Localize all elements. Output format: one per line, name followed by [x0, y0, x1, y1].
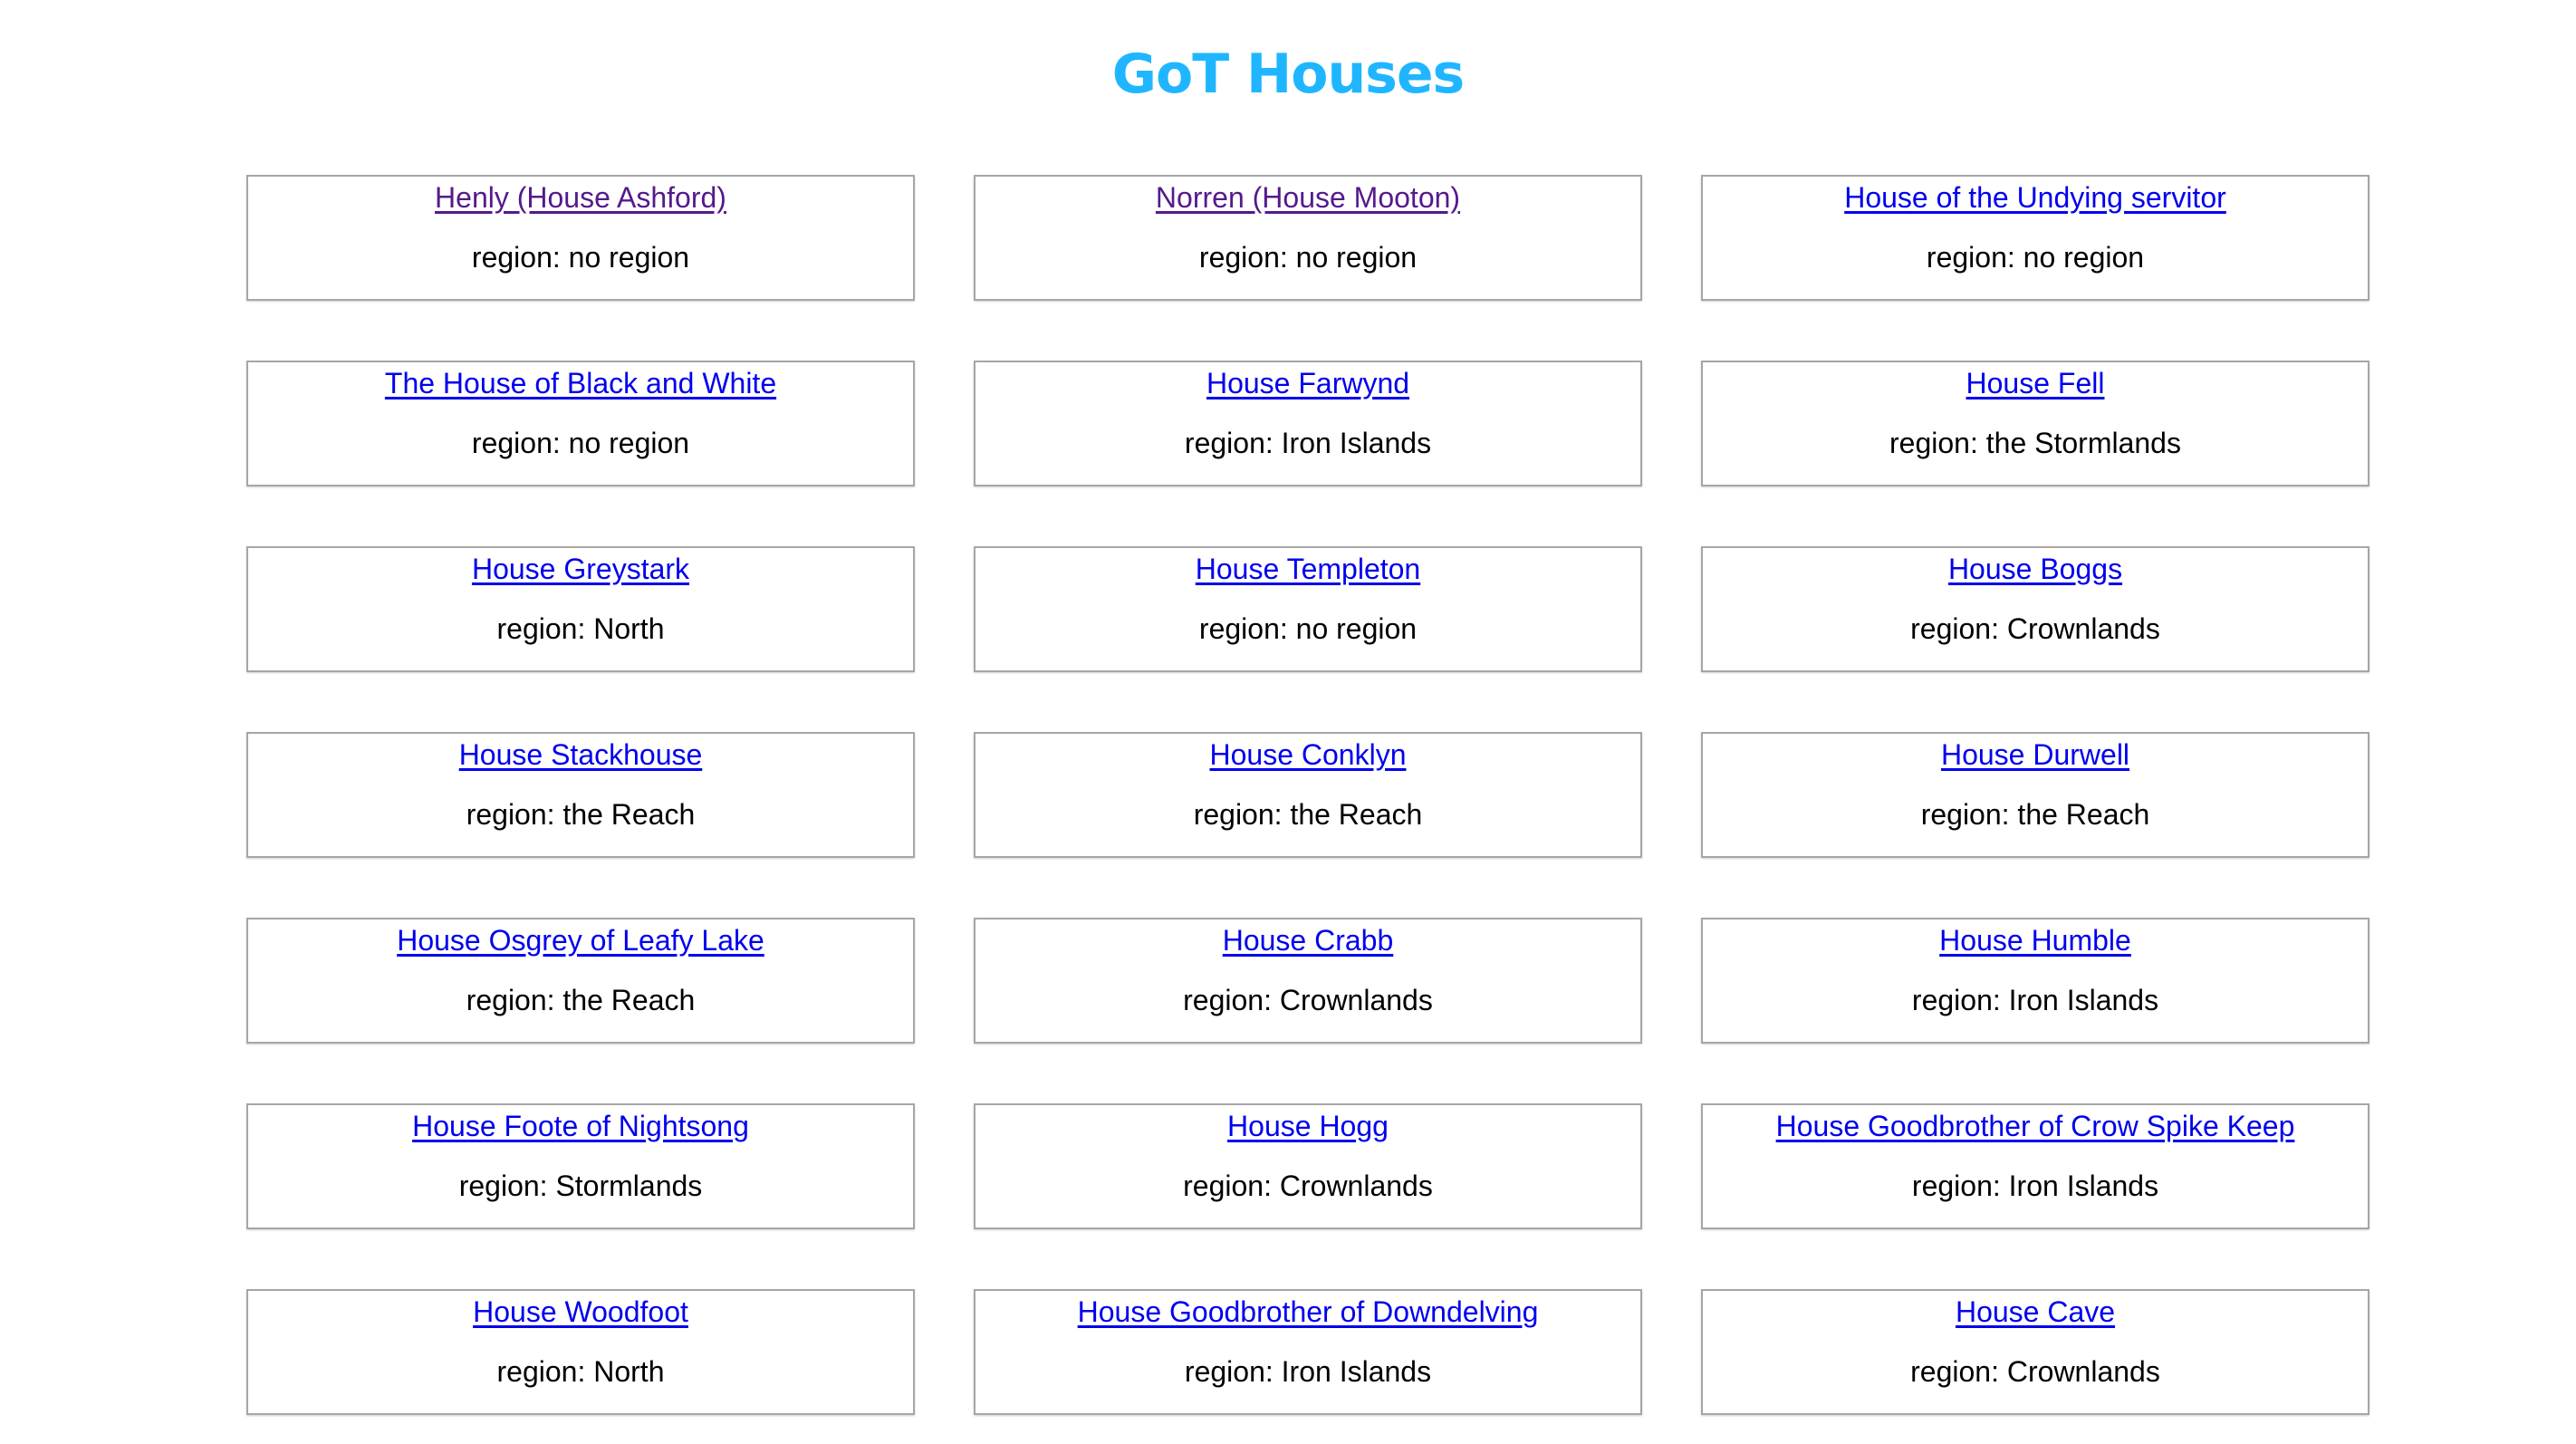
house-card: House Osgrey of Leafy Lake region: the Re…: [246, 918, 915, 1044]
house-name-link[interactable]: House Durwell: [1941, 736, 2129, 773]
house-name-link[interactable]: House Cave: [1956, 1294, 2115, 1330]
house-region-text: region: the Stormlands: [1889, 427, 2181, 459]
house-name-link[interactable]: House Osgrey of Leafy Lake: [397, 922, 764, 958]
house-name-link[interactable]: House Templeton: [1196, 551, 1420, 587]
house-name-link[interactable]: House Humble: [1939, 922, 2131, 958]
house-name-link[interactable]: House Greystark: [472, 551, 689, 587]
house-card: The House of Black and White region: no r…: [246, 361, 915, 486]
house-name-link[interactable]: House Fell: [1966, 365, 2105, 401]
house-name-link[interactable]: House Farwynd: [1206, 365, 1409, 401]
house-name-link[interactable]: House Hogg: [1227, 1108, 1389, 1144]
house-grid: Henly (House Ashford) region: no region No…: [246, 175, 2389, 1415]
house-card: House Woodfoot region: North: [246, 1289, 915, 1415]
house-card: House Conklyn region: the Reach: [974, 732, 1642, 858]
house-name-link[interactable]: House Foote of Nightsong: [412, 1108, 749, 1144]
house-card: House Templeton region: no region: [974, 546, 1642, 672]
house-region-text: region: the Reach: [1193, 798, 1423, 831]
house-region-text: region: no region: [1198, 241, 1418, 274]
house-region-text: region: Iron Islands: [1911, 984, 2159, 1016]
house-name-link[interactable]: The House of Black and White: [385, 365, 776, 401]
house-region-text: region: the Reach: [466, 984, 696, 1016]
house-card: Norren (House Mooton) region: no region: [974, 175, 1642, 301]
house-region-text: region: Crownlands: [1183, 1170, 1433, 1202]
house-region-text: region: North: [496, 1355, 665, 1388]
house-card: House Durwell region: the Reach: [1701, 732, 2369, 858]
house-region-text: region: no region: [471, 241, 690, 274]
house-card: House Farwynd region: Iron Islands: [974, 361, 1642, 486]
house-card: House of the Undying servitor region: no …: [1701, 175, 2369, 301]
house-name-link[interactable]: House Stackhouse: [459, 736, 703, 773]
house-card: House Humble region: Iron Islands: [1701, 918, 2369, 1044]
house-card: Henly (House Ashford) region: no region: [246, 175, 915, 301]
house-name-link[interactable]: House Crabb: [1223, 922, 1394, 958]
house-region-text: region: Stormlands: [458, 1170, 703, 1202]
house-card: House Stackhouse region: the Reach: [246, 732, 915, 858]
house-region-text: region: no region: [1926, 241, 2145, 274]
house-name-link[interactable]: Norren (House Mooton): [1156, 179, 1460, 216]
house-name-link[interactable]: House Boggs: [1948, 551, 2122, 587]
house-name-link[interactable]: Henly (House Ashford): [435, 179, 726, 216]
house-card: House Greystark region: North: [246, 546, 915, 672]
house-card: House Hogg region: Crownlands: [974, 1103, 1642, 1229]
house-region-text: region: no region: [471, 427, 690, 459]
house-region-text: region: Crownlands: [1910, 612, 2160, 645]
house-card: House Foote of Nightsong region: Stormlan…: [246, 1103, 915, 1229]
house-region-text: region: no region: [1198, 612, 1418, 645]
house-region-text: region: Iron Islands: [1911, 1170, 2159, 1202]
house-region-text: region: Crownlands: [1183, 984, 1433, 1016]
house-card: House Boggs region: Crownlands: [1701, 546, 2369, 672]
house-card: House Crabb region: Crownlands: [974, 918, 1642, 1044]
house-card: House Goodbrother of Crow Spike Keep regi…: [1701, 1103, 2369, 1229]
house-card: House Cave region: Crownlands: [1701, 1289, 2369, 1415]
house-name-link[interactable]: House Goodbrother of Crow Spike Keep: [1776, 1108, 2295, 1144]
house-region-text: region: the Reach: [466, 798, 696, 831]
house-region-text: region: Crownlands: [1910, 1355, 2160, 1388]
house-region-text: region: Iron Islands: [1184, 1355, 1432, 1388]
house-region-text: region: the Reach: [1920, 798, 2150, 831]
house-name-link[interactable]: House Conklyn: [1210, 736, 1407, 773]
house-name-link[interactable]: House of the Undying servitor: [1844, 179, 2226, 216]
page-title: GoT Houses: [1111, 43, 1466, 106]
house-region-text: region: North: [496, 612, 665, 645]
house-name-link[interactable]: House Goodbrother of Downdelving: [1078, 1294, 1539, 1330]
house-region-text: region: Iron Islands: [1184, 427, 1432, 459]
house-card: House Goodbrother of Downdelving region: …: [974, 1289, 1642, 1415]
house-card: House Fell region: the Stormlands: [1701, 361, 2369, 486]
house-name-link[interactable]: House Woodfoot: [473, 1294, 688, 1330]
